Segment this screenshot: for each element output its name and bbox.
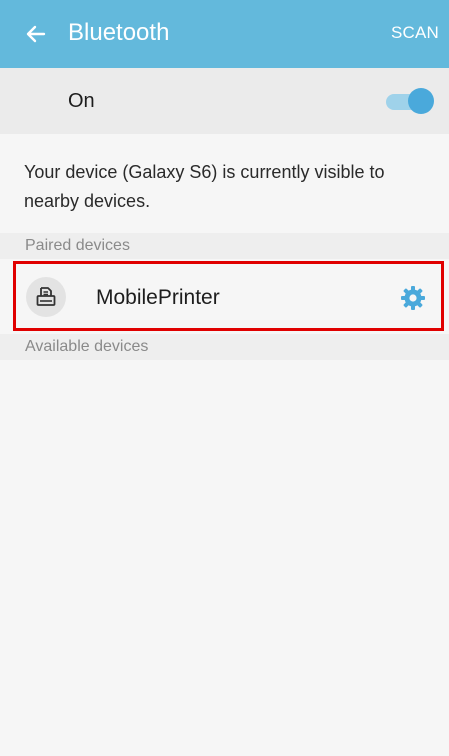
highlight-box [13,261,444,331]
bluetooth-switch[interactable] [386,88,434,114]
toggle-label: On [68,90,95,112]
arrow-left-icon[interactable] [24,22,48,46]
scan-button[interactable]: SCAN [391,23,439,43]
app-bar: Bluetooth SCAN [0,0,449,68]
page-title: Bluetooth [68,19,170,46]
available-devices-label: Available devices [25,338,149,355]
paired-devices-header: Paired devices [0,233,449,259]
bluetooth-toggle-row[interactable]: On [0,68,449,134]
switch-thumb [408,88,434,114]
available-devices-header: Available devices [0,334,449,360]
paired-devices-label: Paired devices [25,237,130,254]
visibility-info-text: Your device (Galaxy S6) is currently vis… [24,162,385,211]
